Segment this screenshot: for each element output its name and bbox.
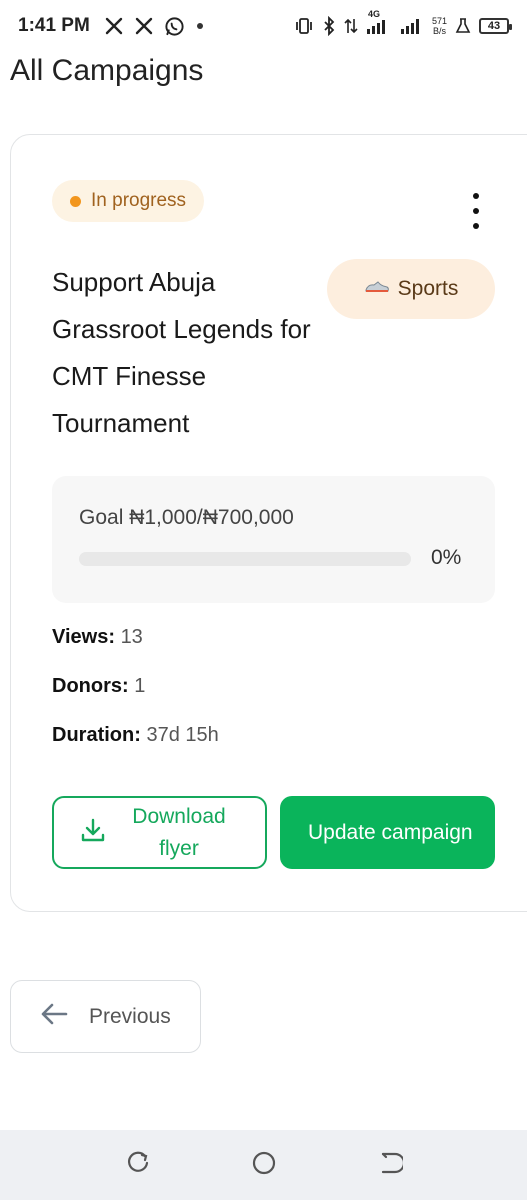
status-badge: In progress [52,180,205,222]
speed-value: 571 [431,16,447,26]
views-value: 13 [120,626,143,648]
goal-label: Goal [79,506,124,529]
status-bar-right: 4G 571 B/s 43 [294,9,512,36]
signal-icon [400,17,424,35]
sports-shoe-icon [364,277,390,301]
arrow-left-icon [39,1002,69,1032]
campaign-title: Support Abuja Grassroot Legends for CMT … [52,267,311,438]
signal-4g-icon: 4G [366,9,392,35]
duration-label: Duration: [52,724,141,746]
page-title: All Campaigns [10,54,204,87]
flask-icon [455,17,471,35]
download-flyer-label: Download flyer [132,804,226,860]
category-label: Sports [397,277,459,300]
home-icon[interactable] [251,1150,277,1181]
views-row: Views: 13 [52,626,143,649]
bluetooth-icon [322,16,336,36]
network-label: 4G [367,9,380,19]
whatsapp-icon [164,16,185,37]
goal-progress-panel: Goal ₦1,000/₦700,000 0% [52,476,495,603]
progress-percent: 0% [431,546,462,569]
goal-value: ₦1,000/₦700,000 [129,506,294,529]
views-label: Views: [52,626,115,648]
goal-text: Goal ₦1,000/₦700,000 [79,506,294,530]
status-bar: 1:41 PM 4G 571 B/s 43 [0,0,527,52]
status-bar-left: 1:41 PM [18,15,205,37]
status-label: In progress [91,190,187,211]
donors-value: 1 [134,675,146,697]
dot-icon [195,21,205,31]
battery-indicator: 43 [479,18,512,34]
more-options-icon[interactable] [468,193,484,229]
kebab-dot [473,193,479,199]
duration-row: Duration: 37d 15h [52,724,219,747]
network-speed: 571 B/s [432,16,447,36]
previous-label: Previous [89,1004,171,1028]
kebab-dot [473,208,479,214]
clock: 1:41 PM [18,15,90,36]
page: 1:41 PM 4G 571 B/s 43 All Campaigns In p… [0,0,527,1200]
data-arrows-icon [344,17,358,35]
download-icon [80,817,106,849]
x-icon [104,16,124,36]
previous-button[interactable]: Previous [10,980,201,1053]
back-icon[interactable] [377,1150,405,1181]
speed-unit: B/s [432,26,446,36]
kebab-dot [473,223,479,229]
vibrate-icon [294,17,314,35]
x-icon [134,16,154,36]
download-flyer-button[interactable]: Download flyer [52,796,267,869]
recents-icon[interactable] [125,1150,151,1181]
donors-label: Donors: [52,675,129,697]
status-dot-icon [70,195,81,207]
progress-bar [79,552,411,566]
update-campaign-button[interactable]: Update campaign [280,796,495,869]
campaign-card: In progress Support Abuja Grassroot Lege… [10,134,527,912]
category-badge: Sports [327,259,495,319]
system-nav-bar [0,1130,527,1200]
duration-value: 37d 15h [146,724,219,746]
donors-row: Donors: 1 [52,675,145,698]
